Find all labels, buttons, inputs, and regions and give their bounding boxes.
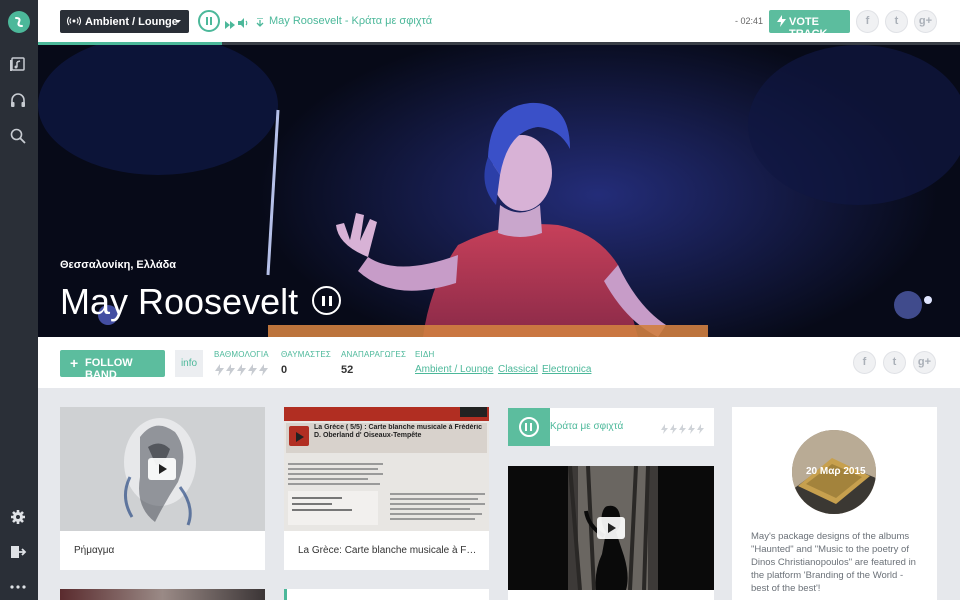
fans-value: 0 bbox=[281, 364, 288, 376]
now-playing-separator: - bbox=[341, 15, 352, 27]
twitter-share-icon[interactable]: t bbox=[883, 351, 906, 374]
track-card[interactable]: Κράτα με σφιχτά bbox=[508, 408, 714, 446]
sidebar bbox=[0, 0, 38, 600]
playlist-icon[interactable] bbox=[9, 55, 29, 75]
bolt-icon bbox=[777, 15, 786, 30]
vote-track-button[interactable]: VOTE TRACK bbox=[769, 10, 850, 40]
track-pause-button[interactable] bbox=[508, 408, 550, 446]
volume-icon[interactable] bbox=[238, 15, 250, 33]
genre-select[interactable]: Ambient / Lounge bbox=[60, 10, 189, 33]
artist-info-bar: + FOLLOW BAND info ΒΑΘΜΟΛΟΓΙΑ ΘΑΥΜΑΣΤΕΣ … bbox=[38, 337, 960, 388]
pause-button[interactable] bbox=[198, 10, 220, 32]
artist-name: May Roosevelt bbox=[60, 281, 299, 322]
top-bar: Ambient / Lounge May Roosevelt - Κράτα μ… bbox=[38, 0, 960, 42]
radio-icon bbox=[66, 16, 82, 29]
video-card-3[interactable] bbox=[60, 589, 265, 600]
track-title[interactable]: Κράτα με σφιχτά bbox=[550, 421, 623, 432]
play-video-button-2[interactable] bbox=[597, 517, 625, 539]
event-date: 20 Μαρ 2015 bbox=[806, 466, 866, 477]
video-title[interactable]: Ρήμαγμα bbox=[74, 545, 254, 556]
rating-bolts[interactable] bbox=[214, 363, 270, 381]
artist-hero: Θεσσαλονίκη, Ελλάδα May Roosevelt bbox=[38, 45, 960, 337]
genre-select-label: Ambient / Lounge bbox=[85, 16, 178, 28]
now-playing-artist[interactable]: May Roosevelt bbox=[269, 15, 342, 27]
settings-icon[interactable] bbox=[9, 508, 29, 528]
plays-value: 52 bbox=[341, 364, 354, 376]
vote-track-label: VOTE TRACK bbox=[789, 16, 828, 40]
event-text: May's package designs of the albums "Hau… bbox=[751, 531, 916, 594]
news-title[interactable]: La Grèce: Carte blanche musicale à Fréd… bbox=[298, 545, 478, 556]
twitter-icon[interactable]: t bbox=[885, 10, 908, 33]
download-icon[interactable] bbox=[256, 15, 264, 33]
artist-location: Θεσσαλονίκη, Ελλάδα bbox=[60, 259, 177, 271]
chevron-down-icon bbox=[175, 20, 181, 23]
logout-icon[interactable] bbox=[9, 543, 29, 563]
video-card[interactable]: Ρήμαγμα bbox=[60, 407, 265, 570]
headphones-icon[interactable] bbox=[9, 91, 29, 111]
hero-pause-button[interactable] bbox=[312, 286, 341, 315]
news-header: La Grèce ( 5/5) : Carte blanche musicale… bbox=[314, 424, 483, 439]
follow-band-label: FOLLOW BAND bbox=[85, 357, 133, 381]
rating-label: ΒΑΘΜΟΛΟΓΙΑ bbox=[214, 350, 269, 359]
news-thumbnail: La Grèce ( 5/5) : Carte blanche musicale… bbox=[284, 407, 489, 531]
track-rating[interactable] bbox=[660, 421, 706, 439]
time-remaining: - 02:41 bbox=[735, 16, 764, 26]
more-icon[interactable] bbox=[9, 578, 29, 598]
facebook-share-icon[interactable]: f bbox=[853, 351, 876, 374]
genre-link-ambient[interactable]: Ambient / Lounge bbox=[415, 364, 493, 375]
news-card-next bbox=[284, 589, 489, 600]
info-tab[interactable]: info bbox=[175, 350, 203, 377]
genre-link-electronica[interactable]: Electronica bbox=[542, 364, 591, 375]
now-playing-text: May Roosevelt - Κράτα με σφιχτά bbox=[269, 15, 432, 27]
video-card-2[interactable] bbox=[508, 466, 714, 590]
google-plus-icon[interactable]: g+ bbox=[914, 10, 937, 33]
logo-icon[interactable] bbox=[8, 11, 30, 33]
genre-link-classical[interactable]: Classical bbox=[498, 364, 538, 375]
genres-label: ΕΙΔΗ bbox=[415, 350, 435, 359]
plus-icon: + bbox=[70, 355, 79, 371]
fast-forward-icon[interactable] bbox=[225, 16, 235, 34]
event-card[interactable]: 20 Μαρ 2015 May's package designs of the… bbox=[732, 407, 937, 600]
now-playing-song[interactable]: Κράτα με σφιχτά bbox=[352, 15, 433, 27]
plays-label: ΑΝΑΠΑΡΑΓΩΓΕΣ bbox=[341, 350, 407, 359]
google-plus-share-icon[interactable]: g+ bbox=[913, 351, 936, 374]
search-icon[interactable] bbox=[9, 127, 29, 147]
facebook-icon[interactable]: f bbox=[856, 10, 879, 33]
news-card[interactable]: La Grèce ( 5/5) : Carte blanche musicale… bbox=[284, 407, 489, 570]
play-video-button[interactable] bbox=[148, 458, 176, 480]
follow-band-button[interactable]: + FOLLOW BAND bbox=[60, 350, 165, 381]
video-card-2-footer bbox=[508, 590, 714, 600]
fans-label: ΘΑΥΜΑΣΤΕΣ bbox=[281, 350, 332, 359]
